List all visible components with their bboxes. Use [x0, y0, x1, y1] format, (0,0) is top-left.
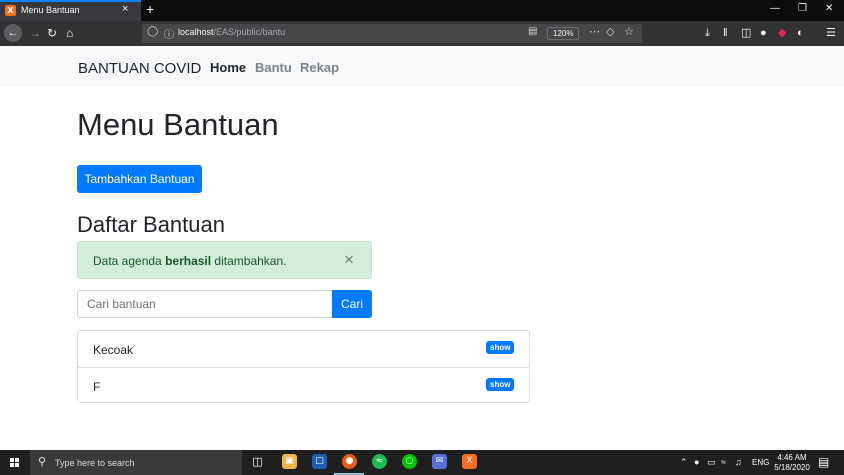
- minimize-button[interactable]: —: [770, 3, 780, 14]
- show-badge[interactable]: show: [486, 341, 515, 354]
- tab-close-icon[interactable]: ×: [122, 3, 128, 15]
- search-icon: ⚲: [38, 456, 47, 468]
- messenger-app-icon[interactable]: ✉: [432, 454, 447, 469]
- restore-button[interactable]: ❐: [798, 3, 807, 14]
- start-button[interactable]: [0, 450, 30, 475]
- site-info-icon[interactable]: ⓘ: [164, 26, 174, 41]
- url-bar[interactable]: ◯ ⓘ localhost/EAS/public/bantu ▤ 120% ⋯ …: [142, 24, 642, 43]
- wifi-icon[interactable]: ≈: [721, 457, 726, 468]
- xampp-icon[interactable]: X: [462, 454, 477, 469]
- spotify-icon[interactable]: ≈: [372, 454, 387, 469]
- taskbar-search-text: Type here to search: [55, 458, 135, 468]
- site-navbar: BANTUAN COVID Home Bantu Rekap: [0, 46, 844, 87]
- windows-taskbar: ⚲ Type here to search ◫ ▣ □ ● ≈ ○ ✉ X ⌃ …: [0, 450, 844, 475]
- language-indicator[interactable]: ENG: [752, 458, 769, 467]
- tray-chevron-icon[interactable]: ⌃: [680, 457, 688, 468]
- clock[interactable]: 4:46 AM 5/18/2020: [773, 453, 811, 473]
- zoom-indicator[interactable]: 120%: [547, 27, 580, 40]
- extension-icon[interactable]: ◆: [778, 27, 786, 40]
- battery-icon[interactable]: ▭: [707, 457, 716, 468]
- library-icon[interactable]: ‖: [723, 27, 728, 40]
- microphone-icon[interactable]: ●: [694, 457, 699, 468]
- search-input[interactable]: [77, 290, 333, 318]
- close-window-button[interactable]: ✕: [825, 3, 833, 14]
- new-tab-button[interactable]: +: [146, 1, 154, 17]
- menu-icon[interactable]: ☰: [826, 27, 836, 40]
- clock-time: 4:46 AM: [777, 453, 807, 462]
- sidebar-icon[interactable]: ◫: [741, 27, 751, 40]
- show-badge[interactable]: show: [486, 378, 515, 391]
- brand[interactable]: BANTUAN COVID: [78, 60, 201, 77]
- xampp-favicon-icon: X: [5, 5, 16, 16]
- alert-message: Data agenda berhasil ditambahkan.: [93, 254, 287, 268]
- task-view-icon[interactable]: ◫: [250, 454, 265, 469]
- alert-close-icon[interactable]: ×: [344, 251, 354, 269]
- browser-tab-bar: X Menu Bantuan × + — ❐ ✕: [0, 0, 844, 21]
- url-text[interactable]: localhost/EAS/public/bantu: [178, 27, 285, 37]
- list-item: F show: [78, 367, 529, 403]
- list-item: Kecoak show: [78, 331, 529, 367]
- page-actions-icon[interactable]: ⋯: [589, 25, 600, 38]
- notification-icon[interactable]: ▤: [818, 455, 829, 469]
- firefox-icon[interactable]: ●: [342, 454, 357, 469]
- bookmark-star-icon[interactable]: ☆: [624, 25, 634, 38]
- item-label: F: [93, 380, 101, 394]
- tab-title: Menu Bantuan: [21, 5, 80, 15]
- browser-tab[interactable]: X Menu Bantuan ×: [0, 0, 141, 21]
- page-title: Menu Bantuan: [77, 107, 279, 142]
- pocket-icon[interactable]: ◇: [606, 25, 614, 38]
- account-icon[interactable]: ●: [760, 27, 767, 40]
- bantuan-list: Kecoak show F show: [77, 330, 530, 403]
- home-icon[interactable]: ⌂: [66, 25, 73, 41]
- store-icon[interactable]: □: [312, 454, 327, 469]
- back-icon[interactable]: ←: [4, 24, 22, 42]
- nav-link-bantu[interactable]: Bantu: [255, 60, 292, 75]
- extension-c-icon[interactable]: ◐: [797, 27, 804, 40]
- nav-link-rekap[interactable]: Rekap: [300, 60, 339, 75]
- forward-icon[interactable]: →: [29, 25, 41, 41]
- windows-logo-icon: [10, 458, 20, 468]
- tracking-shield-icon[interactable]: ◯: [147, 26, 158, 37]
- file-explorer-icon[interactable]: ▣: [282, 454, 297, 469]
- taskbar-search[interactable]: ⚲ Type here to search: [30, 450, 242, 475]
- downloads-icon[interactable]: ⤓: [705, 27, 710, 40]
- clock-date: 5/18/2020: [774, 463, 810, 472]
- reader-view-icon[interactable]: ▤: [528, 26, 537, 37]
- item-label: Kecoak: [93, 343, 134, 357]
- section-title: Daftar Bantuan: [77, 212, 225, 237]
- add-bantuan-button[interactable]: Tambahkan Bantuan: [77, 165, 202, 193]
- search-button[interactable]: Cari: [332, 290, 372, 318]
- nav-link-home[interactable]: Home: [210, 60, 246, 75]
- reload-icon[interactable]: ↻: [47, 25, 57, 41]
- success-alert: Data agenda berhasil ditambahkan. ×: [77, 241, 372, 279]
- volume-icon[interactable]: ♫: [735, 457, 742, 468]
- browser-toolbar: ← → ↻ ⌂ ◯ ⓘ localhost/EAS/public/bantu ▤…: [0, 21, 844, 46]
- line-icon[interactable]: ○: [402, 454, 417, 469]
